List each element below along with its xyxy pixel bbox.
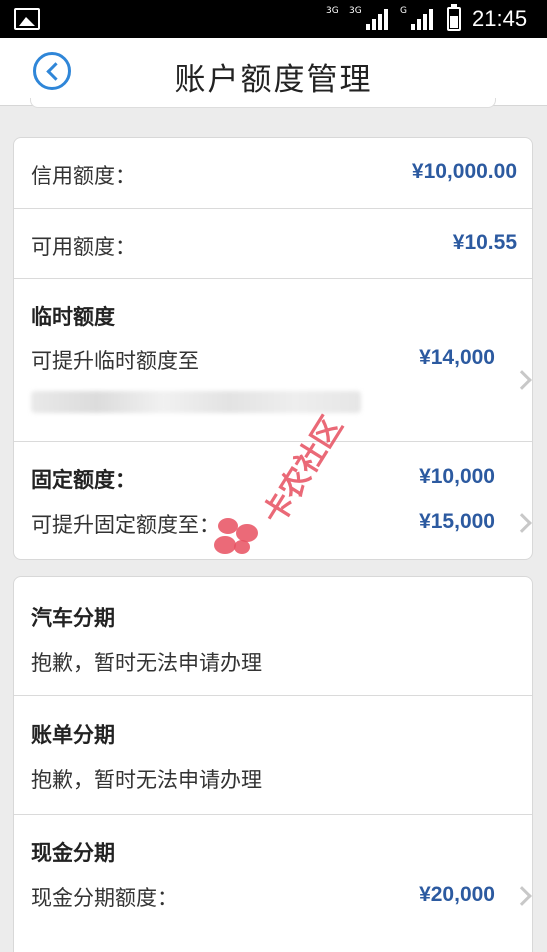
temp-raise-value: ¥14,000: [419, 346, 495, 369]
bill-installment-title: 账单分期: [31, 723, 115, 747]
fixed-raise-label: 可提升固定额度至：: [31, 513, 220, 537]
clock: 21:45: [472, 6, 528, 31]
temp-limit-row[interactable]: 临时额度 可提升临时额度至 ¥14,000: [14, 279, 532, 442]
available-limit-label: 可用额度：: [31, 235, 136, 259]
signal-icon: G: [400, 6, 433, 30]
car-installment-row[interactable]: 汽车分期 抱歉，暂时无法申请办理: [14, 577, 532, 696]
installments-card: 汽车分期 抱歉，暂时无法申请办理 账单分期 抱歉，暂时无法申请办理 现金分期 现…: [13, 576, 533, 952]
fixed-limit-title: 固定额度：: [31, 468, 136, 492]
network-type-label: G: [400, 6, 407, 16]
available-limit-row: 可用额度： ¥10.55: [14, 209, 532, 279]
page-title: 账户额度管理: [174, 62, 373, 98]
status-bar: 3G 3G G 21:45: [0, 0, 547, 38]
cash-installment-title: 现金分期: [31, 841, 115, 865]
chevron-right-icon[interactable]: [512, 370, 532, 390]
card-edge: [30, 98, 496, 108]
bill-installment-text: 抱歉，暂时无法申请办理: [31, 768, 262, 792]
car-installment-text: 抱歉，暂时无法申请办理: [31, 651, 262, 675]
temp-limit-title: 临时额度: [31, 305, 115, 329]
cash-installment-label: 现金分期额度：: [31, 886, 178, 910]
battery-icon: [447, 4, 461, 31]
limits-card: 信用额度： ¥10,000.00 可用额度： ¥10.55 临时额度 可提升临时…: [13, 137, 533, 560]
credit-limit-value: ¥10,000.00: [411, 160, 517, 183]
available-limit-value: ¥10.55: [452, 231, 517, 254]
credit-limit-row: 信用额度： ¥10,000.00: [14, 138, 532, 209]
cash-installment-value: ¥20,000: [419, 883, 495, 906]
image-icon: [14, 8, 40, 30]
network-type-label: 3G: [326, 6, 339, 16]
signal-icon: 3G: [326, 6, 341, 30]
app-header: 账户额度管理: [0, 38, 547, 106]
bill-installment-row[interactable]: 账单分期 抱歉，暂时无法申请办理: [14, 696, 532, 815]
fixed-raise-value: ¥15,000: [419, 510, 495, 533]
cash-installment-row[interactable]: 现金分期 现金分期额度： ¥20,000: [14, 815, 532, 935]
network-type-label: 3G: [349, 6, 362, 16]
chevron-right-icon[interactable]: [512, 513, 532, 533]
signal-icon: 3G: [349, 6, 388, 30]
fixed-limit-row[interactable]: 固定额度： ¥10,000 可提升固定额度至： ¥15,000: [14, 442, 532, 559]
chevron-right-icon[interactable]: [512, 886, 532, 906]
credit-limit-label: 信用额度：: [31, 164, 136, 188]
temp-raise-label: 可提升临时额度至: [31, 349, 199, 373]
fixed-limit-value: ¥10,000: [419, 465, 495, 488]
redacted-text: [31, 391, 361, 413]
car-installment-title: 汽车分期: [31, 606, 115, 630]
